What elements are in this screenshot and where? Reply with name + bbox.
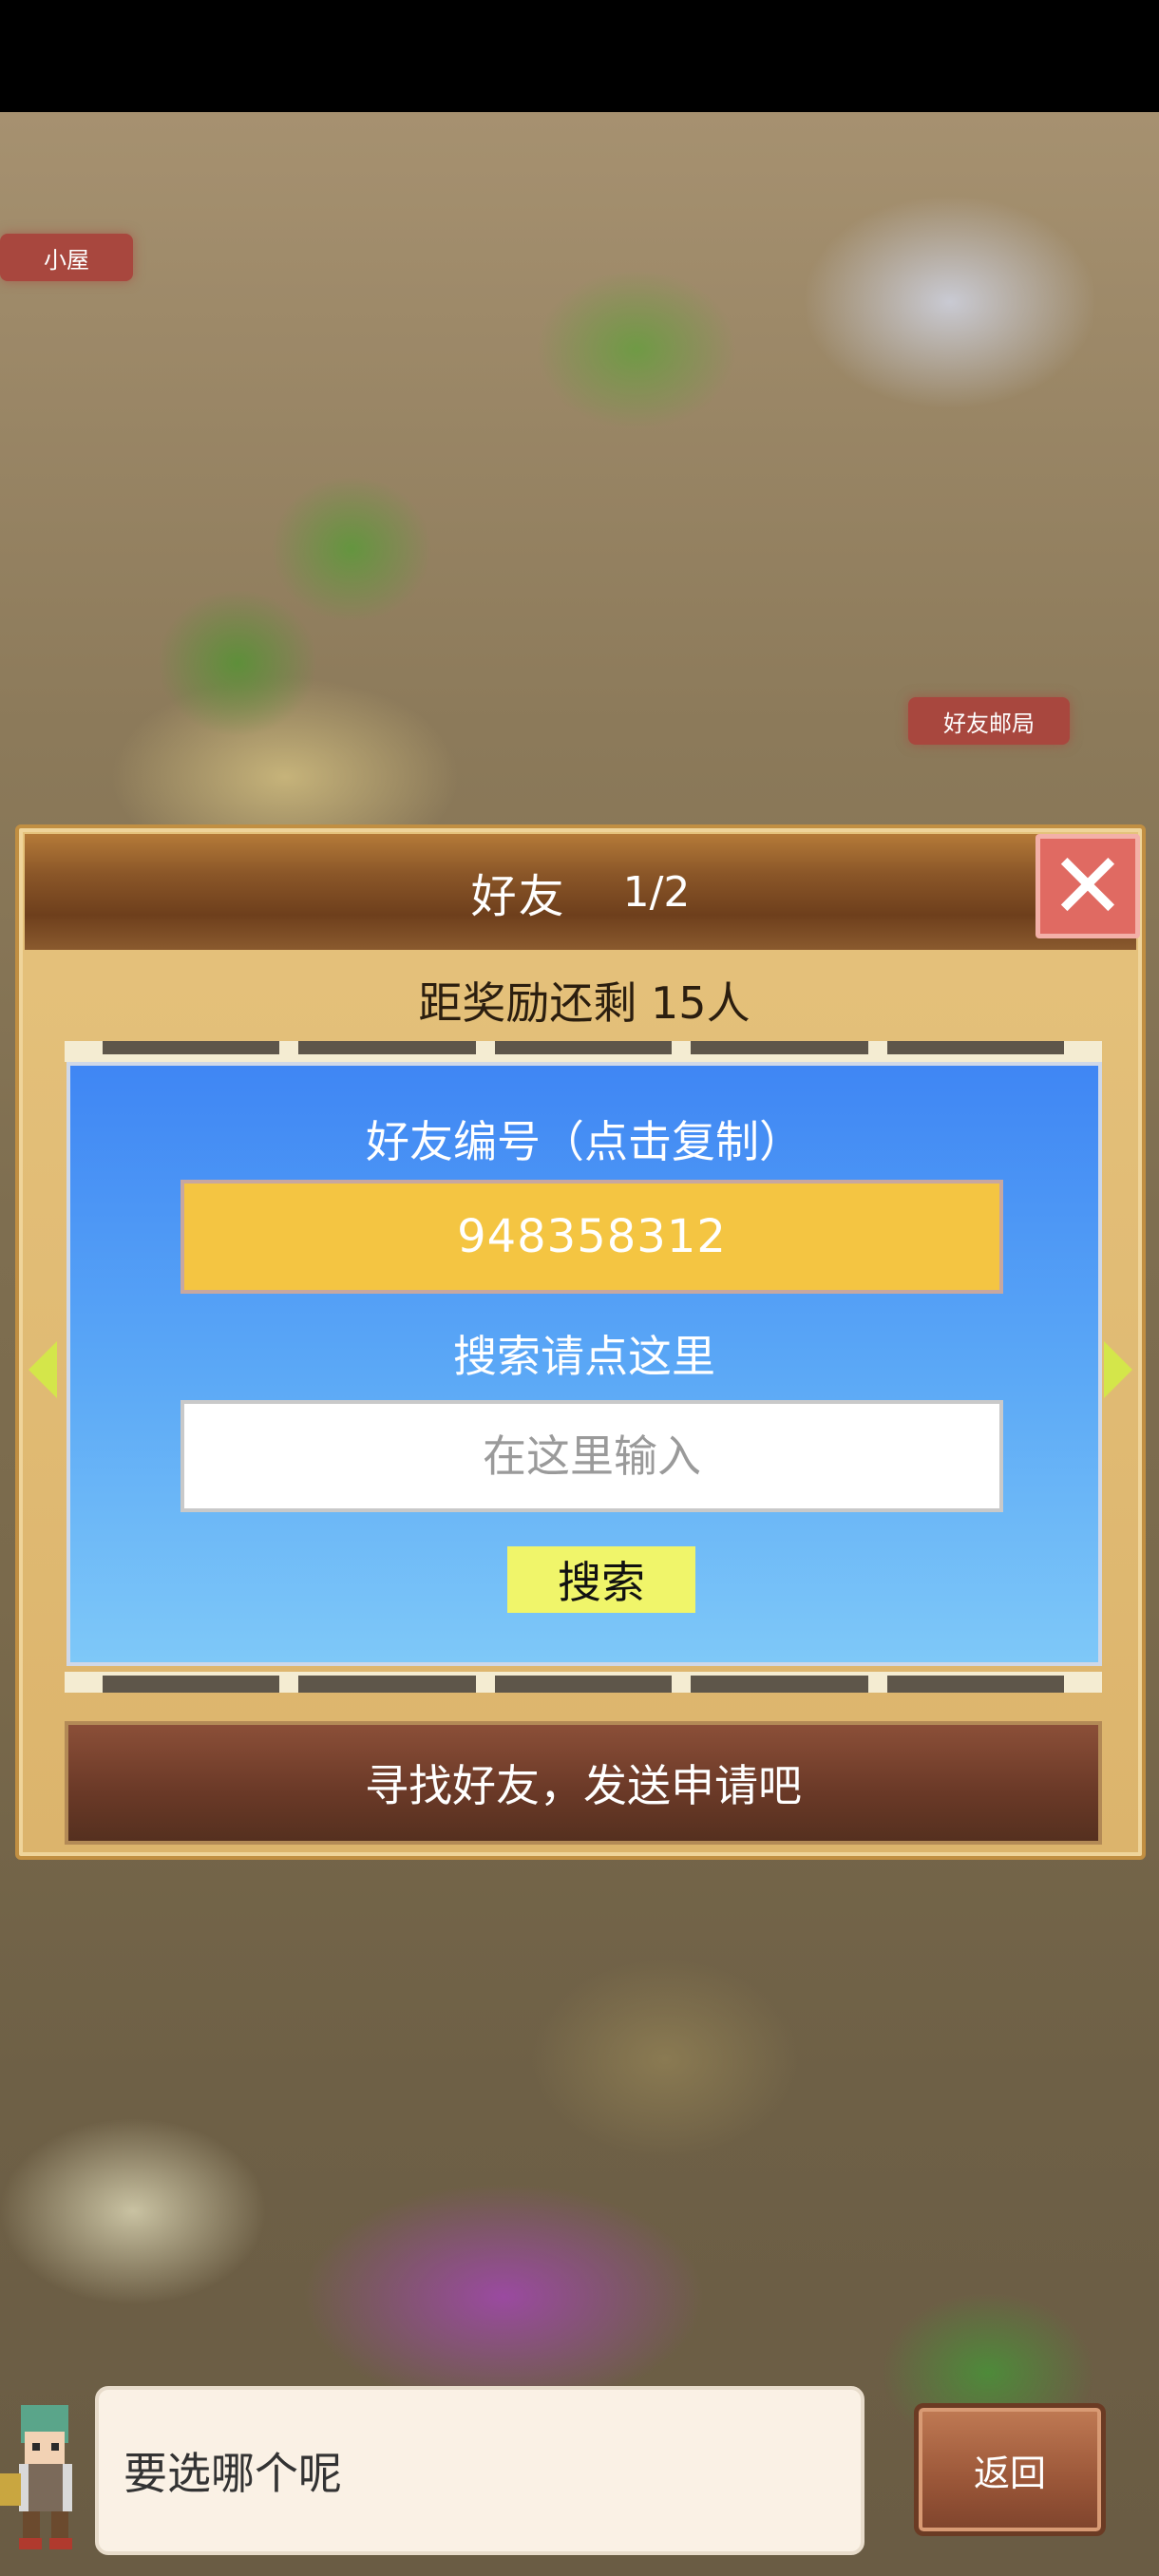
next-page-arrow-icon[interactable] [1104, 1341, 1132, 1398]
friend-slot[interactable] [691, 1676, 868, 1693]
status-bar [0, 0, 1159, 112]
hint-text: 要选哪个呢 [124, 2448, 342, 2499]
back-button[interactable]: 返回 [914, 2403, 1106, 2536]
friend-slot[interactable] [103, 1676, 280, 1693]
search-button[interactable]: 搜索 [507, 1546, 695, 1613]
map-tag-post-office[interactable]: 好友邮局 [908, 697, 1070, 745]
search-input[interactable] [180, 1400, 1003, 1512]
friend-slot[interactable] [494, 1676, 673, 1693]
friend-slot[interactable] [886, 1041, 1065, 1054]
page-indicator: 1/2 [622, 867, 691, 917]
panel-header: 好友 1/2 [25, 834, 1136, 950]
friend-slots-top [65, 1041, 1102, 1062]
friend-slot[interactable] [103, 1041, 280, 1054]
reward-remaining-text: 距奖励还剩 15人 [418, 977, 750, 1029]
prev-page-arrow-icon[interactable] [28, 1341, 57, 1398]
close-button[interactable]: ✕ [1036, 834, 1140, 938]
friend-id-field[interactable]: 948358312 [180, 1180, 1003, 1294]
panel-title: 好友 [470, 870, 566, 923]
friend-slot[interactable] [691, 1041, 868, 1054]
friend-slot[interactable] [298, 1676, 476, 1693]
advisor-character-avatar [0, 2386, 91, 2557]
friend-slot[interactable] [298, 1041, 476, 1054]
search-label: 搜索请点这里 [453, 1331, 715, 1382]
find-friends-button[interactable]: 寻找好友，发送申请吧 [65, 1721, 1102, 1845]
friend-id-box: 好友编号（点击复制） 948358312 搜索请点这里 搜索 [66, 1062, 1102, 1666]
friend-slots-bottom [65, 1672, 1102, 1693]
hint-dialog: 要选哪个呢 [95, 2386, 864, 2555]
close-icon: ✕ [1049, 833, 1127, 939]
friend-slot[interactable] [886, 1676, 1065, 1693]
friends-panel: 好友 1/2 ✕ 距奖励还剩 15人 好友编号（点击复制） 948358312 … [15, 824, 1146, 1860]
map-tag-hut[interactable]: 小屋 [0, 234, 133, 281]
friend-id-label: 好友编号（点击复制） [366, 1116, 803, 1167]
friend-slot[interactable] [494, 1041, 673, 1054]
